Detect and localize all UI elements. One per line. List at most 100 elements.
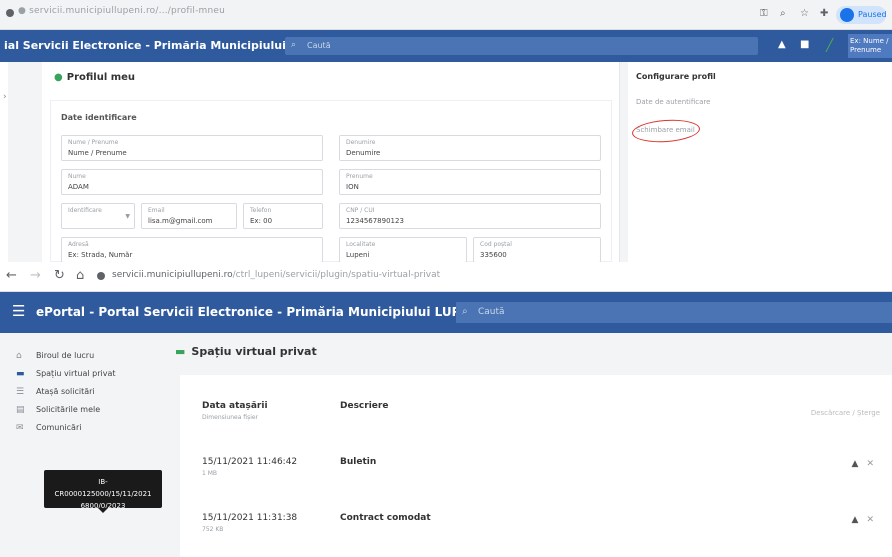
- field-label: Nume / Prenume: [68, 139, 119, 146]
- sidebar-item-label: Spațiu virtual privat: [36, 369, 116, 378]
- address-url[interactable]: ● servicii.municipiullupeni.ro/…/profil-…: [18, 6, 448, 16]
- user-menu[interactable]: Ex: Nume / Prenume: [848, 34, 892, 58]
- field-value: Ex: Strada, Număr: [68, 251, 133, 259]
- collapsed-sidebar: ›: [0, 62, 8, 262]
- edit-icon[interactable]: ╱: [826, 38, 840, 52]
- settings-icon[interactable]: ■: [800, 39, 809, 50]
- row-description: Buletin: [340, 457, 377, 467]
- search-input[interactable]: ⌕ Caută: [456, 302, 892, 323]
- sidebar-item-label: Atașă solicitări: [36, 387, 95, 396]
- sidebar-item-private-space[interactable]: ▬ Spațiu virtual privat: [16, 369, 161, 383]
- browser-toolbar: ← → ↻ ⌂ servicii.municipiullupeni.ro/ctr…: [0, 262, 892, 292]
- avatar: [840, 8, 854, 22]
- field-value: lisa.m@gmail.com: [148, 217, 213, 225]
- address-field[interactable]: Adresă Ex: Strada, Număr: [61, 237, 323, 262]
- profile-config-panel: Configurare profil Date de autentificare…: [628, 62, 892, 262]
- delete-icon[interactable]: ✕: [866, 459, 874, 469]
- field-value: 1234567890123: [346, 217, 404, 225]
- zoom-icon[interactable]: ⌕: [780, 8, 786, 19]
- private-space-screenshot: ← → ↻ ⌂ servicii.municipiullupeni.ro/ctr…: [0, 262, 892, 557]
- field-value: ADAM: [68, 183, 89, 191]
- field-label: Prenume: [346, 173, 373, 180]
- column-header-date[interactable]: Data atașării: [202, 401, 268, 411]
- phone-field[interactable]: Telefon Ex: 00: [243, 203, 323, 229]
- url-path: /ctrl_lupeni/servicii/plugin/spatiu-virt…: [232, 270, 441, 280]
- attachments-table: Data atașării Dimensiunea fișier Descrie…: [180, 375, 892, 557]
- star-icon[interactable]: ☆: [800, 8, 809, 19]
- column-subheader-size: Dimensiunea fișier: [202, 414, 259, 421]
- company-field[interactable]: Denumire Denumire: [339, 135, 601, 161]
- sidebar-item-my-requests[interactable]: ▤ Solicitările mele: [16, 405, 161, 419]
- sidebar-item-label: Solicitările mele: [36, 405, 101, 414]
- identification-select[interactable]: Identificare ▼: [61, 203, 135, 229]
- key-icon[interactable]: ⚿: [760, 8, 768, 19]
- name-field[interactable]: Nume / Prenume Nume / Prenume: [61, 135, 323, 161]
- extensions-icon[interactable]: ✚: [820, 8, 828, 19]
- main-content: ▬ Spațiu virtual privat Data atașării Dim…: [165, 333, 892, 557]
- browser-address-bar: ● servicii.municipiullupeni.ro/…/profil-…: [0, 0, 892, 30]
- browser-profile-button[interactable]: Paused: [836, 6, 887, 24]
- back-icon[interactable]: ←: [6, 268, 17, 283]
- first-name-field[interactable]: Prenume ION: [339, 169, 601, 195]
- row-date: 15/11/2021 11:31:38: [202, 513, 298, 523]
- field-label: Localitate: [346, 241, 376, 248]
- page-title: Spațiu virtual privat: [191, 345, 317, 358]
- column-header-actions: Descărcare / Șterge: [810, 409, 880, 417]
- row-size: 1 MB: [202, 470, 218, 477]
- field-label: Cod poștal: [480, 241, 512, 248]
- cnp-field[interactable]: CNP / CUI 1234567890123: [339, 203, 601, 229]
- row-size: 752 KB: [202, 526, 224, 533]
- user-icon: ●: [54, 72, 63, 83]
- lock-icon: [97, 272, 105, 280]
- tooltip-line: IB-CR0000125000/15/11/2021: [54, 478, 152, 498]
- notifications-icon[interactable]: ▲: [778, 39, 786, 50]
- email-field[interactable]: Email lisa.m@gmail.com: [141, 203, 237, 229]
- search-input[interactable]: ⌕ Caută: [285, 37, 758, 55]
- row-description: Contract comodat: [340, 513, 431, 523]
- url-domain: servicii.municipiullupeni.ro: [112, 270, 233, 280]
- postal-code-field[interactable]: Cod poștal 335600: [473, 237, 601, 262]
- app-header: ial Servicii Electronice - Primăria Muni…: [0, 30, 892, 62]
- tooltip-line: 6800/0/2023: [80, 502, 126, 510]
- field-label: Nume: [68, 173, 86, 180]
- tooltip: IB-CR0000125000/15/11/2021 6800/0/2023: [44, 470, 162, 513]
- field-value: Denumire: [346, 149, 381, 157]
- search-icon: ⌕: [291, 40, 297, 50]
- auth-data-link[interactable]: Date de autentificare: [636, 98, 710, 106]
- folder-icon: ▬: [175, 345, 186, 358]
- sidebar-item-label: Comunicări: [36, 423, 82, 432]
- field-value: Lupeni: [346, 251, 370, 259]
- sidebar-item-label: Biroul de lucru: [36, 351, 95, 360]
- search-placeholder: Caută: [478, 307, 505, 317]
- profile-pill-label: Paused: [858, 10, 887, 19]
- address-url[interactable]: servicii.municipiullupeni.ro/ctrl_lupeni…: [112, 270, 440, 280]
- sidebar-item-attach-requests[interactable]: ☰ Atașă solicitări: [16, 387, 161, 401]
- document-icon: ☰: [16, 387, 25, 397]
- download-icon[interactable]: ▲: [852, 515, 859, 525]
- card-title: Date identificare: [61, 113, 137, 122]
- last-name-field[interactable]: Nume ADAM: [61, 169, 323, 195]
- download-icon[interactable]: ▲: [852, 459, 859, 469]
- field-label: CNP / CUI: [346, 207, 375, 214]
- sidebar-item-communications[interactable]: ✉ Comunicări: [16, 423, 161, 437]
- home-icon[interactable]: ⌂: [76, 268, 84, 283]
- delete-icon[interactable]: ✕: [866, 515, 874, 525]
- chevron-down-icon: ▼: [125, 213, 130, 220]
- forward-icon[interactable]: →: [30, 268, 41, 283]
- column-header-description[interactable]: Descriere: [340, 401, 388, 411]
- field-value: Ex: 00: [250, 217, 273, 225]
- message-icon: ✉: [16, 423, 24, 433]
- sidebar-item-dashboard[interactable]: ⌂ Biroul de lucru: [16, 351, 161, 365]
- hamburger-menu-icon[interactable]: ☰: [12, 302, 25, 320]
- row-actions: ▲ ✕: [852, 459, 874, 469]
- profile-page-screenshot: ● servicii.municipiullupeni.ro/…/profil-…: [0, 0, 892, 262]
- field-label: Identificare: [68, 207, 102, 214]
- field-label: Telefon: [250, 207, 272, 214]
- profile-panel: ● Profilul meu Date identificare Nume / P…: [42, 62, 620, 262]
- row-date: 15/11/2021 11:46:42: [202, 457, 298, 467]
- city-field[interactable]: Localitate Lupeni: [339, 237, 467, 262]
- page-heading: ▬ Spațiu virtual privat: [175, 345, 317, 358]
- user-name: Ex: Nume / Prenume: [850, 37, 889, 54]
- lock-icon: [6, 9, 14, 17]
- reload-icon[interactable]: ↻: [54, 268, 65, 283]
